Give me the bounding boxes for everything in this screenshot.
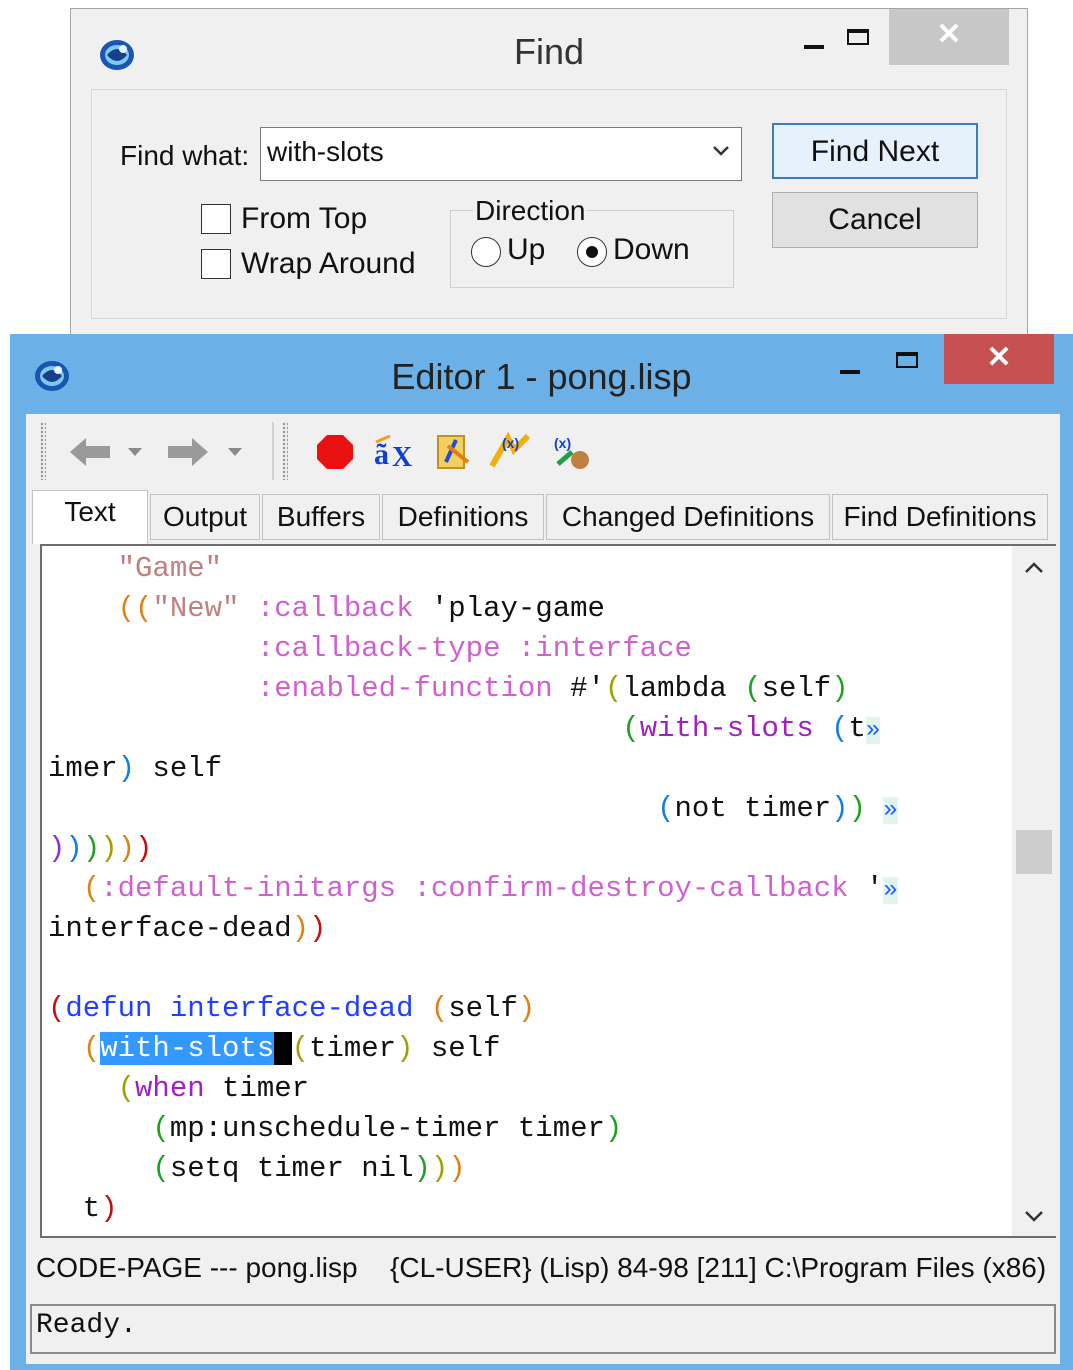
mode-line-info: {CL-USER} (Lisp) 84-98 [211] C:\Program … xyxy=(390,1252,1047,1283)
radio-down-circle[interactable] xyxy=(577,237,607,267)
radio-up-circle[interactable] xyxy=(471,237,501,267)
from-top-checkbox-box[interactable] xyxy=(201,204,231,234)
code-line[interactable]: (not timer)) » xyxy=(48,792,898,832)
tab-output[interactable]: Output xyxy=(150,494,260,540)
radio-selected-dot xyxy=(586,246,598,258)
editor-client-area: ã X (x) (x) Text Output Buffers Definiti… xyxy=(26,414,1060,1364)
forward-history-dropdown-icon[interactable] xyxy=(222,432,248,472)
maximize-button[interactable] xyxy=(882,334,942,390)
toolbar-grip[interactable] xyxy=(40,422,46,480)
maximize-button[interactable] xyxy=(829,9,889,65)
code-line[interactable]: (setq timer nil))) xyxy=(48,1152,465,1192)
stop-icon[interactable] xyxy=(314,432,356,472)
code-line[interactable]: "Game" xyxy=(48,552,222,592)
direction-group: Direction Up Down xyxy=(450,195,734,288)
find-dialog: Find ✕ Find what: with-slots From Top Wr… xyxy=(70,8,1028,336)
tab-bar: Text Output Buffers Definitions Changed … xyxy=(26,490,1060,544)
toolbar-grip[interactable] xyxy=(282,422,288,480)
chevron-up-icon[interactable] xyxy=(1012,556,1056,580)
compile-buffer-icon[interactable]: (x) xyxy=(488,432,532,472)
maximize-icon xyxy=(896,352,918,368)
code-line[interactable]: (with-slots (t» xyxy=(48,712,881,752)
direction-label: Direction xyxy=(473,195,588,227)
from-top-checkbox[interactable]: From Top xyxy=(201,202,401,242)
code-editor[interactable]: "Game" (("New" :callback 'play-game :cal… xyxy=(48,546,1004,1236)
direction-down-label: Down xyxy=(613,233,690,266)
tab-changed-definitions[interactable]: Changed Definitions xyxy=(546,494,830,540)
text-cursor xyxy=(274,1032,292,1065)
maximize-icon xyxy=(847,29,869,45)
close-icon: ✕ xyxy=(936,18,962,51)
direction-down-radio[interactable]: Down xyxy=(577,233,707,269)
echo-area[interactable]: Ready. xyxy=(30,1304,1056,1354)
code-line[interactable]: :callback-type :interface xyxy=(48,632,692,672)
code-line[interactable]: (("New" :callback 'play-game xyxy=(48,592,605,632)
svg-text:(x): (x) xyxy=(554,435,571,451)
code-line[interactable]: (mp:unschedule-timer timer) xyxy=(48,1112,622,1152)
close-icon: ✕ xyxy=(986,341,1012,374)
line-continuation-icon: » xyxy=(883,877,898,904)
editor-window: Editor 1 - pong.lisp ✕ ã X (x) (x) Text … xyxy=(10,334,1073,1370)
code-line[interactable]: interface-dead)) xyxy=(48,912,326,952)
close-button[interactable]: ✕ xyxy=(889,9,1009,65)
back-arrow-icon[interactable] xyxy=(66,432,114,472)
compile-icon[interactable] xyxy=(434,432,474,472)
wrap-around-label: Wrap Around xyxy=(241,247,416,280)
vertical-scrollbar[interactable] xyxy=(1012,546,1056,1236)
line-continuation-icon: » xyxy=(865,717,881,744)
minimize-icon xyxy=(804,45,824,49)
find-next-button[interactable]: Find Next xyxy=(772,123,978,179)
search-match-highlight: with-slots xyxy=(100,1032,275,1065)
back-history-dropdown-icon[interactable] xyxy=(122,432,148,472)
minimize-icon xyxy=(840,370,860,374)
code-line[interactable]: (defun interface-dead (self) xyxy=(48,992,535,1032)
find-what-label: Find what: xyxy=(120,140,250,171)
line-continuation-icon: » xyxy=(883,797,898,824)
svg-text:(x): (x) xyxy=(502,435,519,451)
evaluate-icon[interactable]: ã X xyxy=(372,432,416,472)
load-icon[interactable]: (x) xyxy=(550,432,594,472)
tab-find-definitions[interactable]: Find Definitions xyxy=(832,494,1048,540)
close-button[interactable]: ✕ xyxy=(944,334,1054,384)
toolbar: ã X (x) (x) xyxy=(26,414,1060,488)
code-line[interactable]: t) xyxy=(48,1192,118,1232)
code-token: "Game" xyxy=(117,552,223,585)
code-editor-frame: "Game" (("New" :callback 'play-game :cal… xyxy=(40,544,1056,1238)
mode-line: CODE-PAGE --- pong.lisp {CL-USER} (Lisp)… xyxy=(36,1252,1056,1292)
code-line[interactable]: (when timer xyxy=(48,1072,309,1112)
mode-line-buffer: CODE-PAGE --- pong.lisp xyxy=(36,1252,358,1283)
from-top-label: From Top xyxy=(241,202,368,235)
code-line[interactable] xyxy=(48,952,65,992)
tab-definitions[interactable]: Definitions xyxy=(382,494,544,540)
code-line[interactable]: )))))) xyxy=(48,832,152,872)
toolbar-separator xyxy=(272,422,274,480)
find-dialog-body: Find what: with-slots From Top Wrap Arou… xyxy=(91,89,1007,319)
code-line[interactable]: (:default-initargs :confirm-destroy-call… xyxy=(48,872,898,912)
minimize-button[interactable] xyxy=(820,334,880,390)
svg-text:X: X xyxy=(392,442,412,472)
cancel-button[interactable]: Cancel xyxy=(772,192,978,248)
tab-text[interactable]: Text xyxy=(32,490,148,544)
direction-up-radio[interactable]: Up xyxy=(471,233,551,269)
wrap-around-checkbox[interactable]: Wrap Around xyxy=(201,247,421,287)
scrollbar-thumb[interactable] xyxy=(1016,830,1052,874)
svg-text:ã: ã xyxy=(374,438,389,471)
code-line[interactable]: (with-slots (timer) self xyxy=(48,1032,501,1072)
chevron-down-icon[interactable] xyxy=(1012,1204,1056,1228)
chevron-down-icon[interactable] xyxy=(711,138,731,162)
wrap-around-checkbox-box[interactable] xyxy=(201,249,231,279)
code-line[interactable]: :enabled-function #'(lambda (self) xyxy=(48,672,849,712)
direction-up-label: Up xyxy=(507,233,546,266)
find-what-value[interactable]: with-slots xyxy=(267,136,384,168)
find-what-input[interactable]: with-slots xyxy=(260,127,742,181)
find-titlebar[interactable]: Find ✕ xyxy=(71,9,1027,87)
tab-buffers[interactable]: Buffers xyxy=(262,494,380,540)
code-line[interactable]: imer) self xyxy=(48,752,222,792)
forward-arrow-icon[interactable] xyxy=(164,432,212,472)
